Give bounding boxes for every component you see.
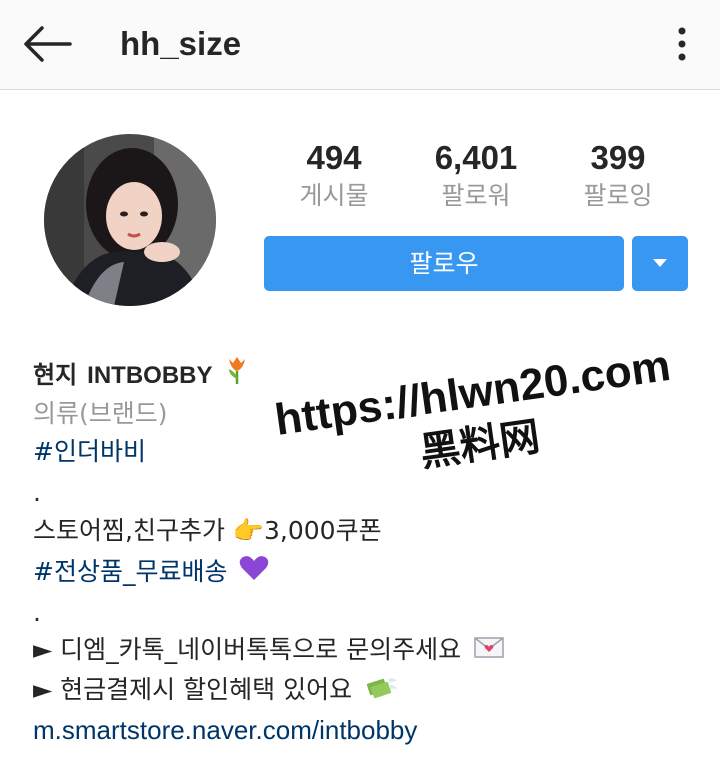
- bio-hashtag-free-shipping[interactable]: #전상품_무료배송: [33, 557, 227, 586]
- suggestions-dropdown-button[interactable]: [632, 236, 688, 291]
- stat-count: 399: [590, 139, 646, 176]
- bio-category: 의류(브랜드): [33, 399, 168, 428]
- bio-hashtag-line: #전상품_무료배송: [33, 552, 269, 592]
- stat-followers[interactable]: 6,401 팔로워: [406, 138, 546, 214]
- watermark-url: https://hlwn20.com: [271, 340, 674, 445]
- top-app-bar: hh_size: [0, 0, 720, 90]
- arrow-left-icon[interactable]: [22, 24, 72, 64]
- kebab-menu-icon[interactable]: [670, 24, 694, 64]
- profile-username: hh_size: [120, 25, 242, 62]
- tulip-icon: [225, 355, 249, 397]
- stat-label: 팔로잉: [583, 181, 653, 210]
- follow-button[interactable]: 팔로우: [264, 236, 624, 291]
- full-name: 현지: [33, 361, 78, 389]
- stat-label: 게시물: [299, 181, 369, 210]
- stat-count: 494: [306, 139, 362, 176]
- bio-discount-line: ► 현금결제시 할인혜택 있어요: [33, 670, 398, 710]
- bio-contact-text: ► 디엠_카톡_네이버톡톡으로 문의주세요: [33, 635, 462, 664]
- purple-heart-icon: [239, 553, 269, 593]
- love-letter-icon: [473, 631, 505, 671]
- brand-name: INTBOBBY: [87, 362, 213, 389]
- stat-following[interactable]: 399 팔로잉: [548, 138, 688, 214]
- stat-count: 6,401: [434, 139, 518, 176]
- bio-hashtag-indebobby[interactable]: #인더바비: [33, 432, 146, 472]
- bio-website-link[interactable]: m.smartstore.naver.com/intbobby: [33, 710, 417, 750]
- bio-discount-text: ► 현금결제시 할인혜택 있어요: [33, 675, 353, 704]
- bio-store-line: 스토어찜,친구추가 👉3,000쿠폰: [33, 516, 382, 545]
- stat-posts[interactable]: 494 게시물: [264, 138, 404, 214]
- bio-contact-line: ► 디엠_카톡_네이버톡톡으로 문의주세요: [33, 630, 505, 670]
- bio-name-line: 현지 INTBOBBY: [33, 355, 249, 395]
- profile-stats: 494 게시물 6,401 팔로워 399 팔로잉: [264, 138, 688, 222]
- watermark-site-name: 黑料网: [417, 413, 543, 476]
- stat-label: 팔로워: [441, 181, 511, 210]
- money-with-wings-icon: [364, 671, 398, 711]
- bio-separator-dot: .: [33, 478, 41, 507]
- caret-down-icon: [653, 259, 667, 267]
- avatar[interactable]: [44, 134, 216, 306]
- watermark-overlay: https://hlwn20.com 黑料网: [261, 337, 695, 524]
- bio-separator-dot: .: [33, 598, 41, 627]
